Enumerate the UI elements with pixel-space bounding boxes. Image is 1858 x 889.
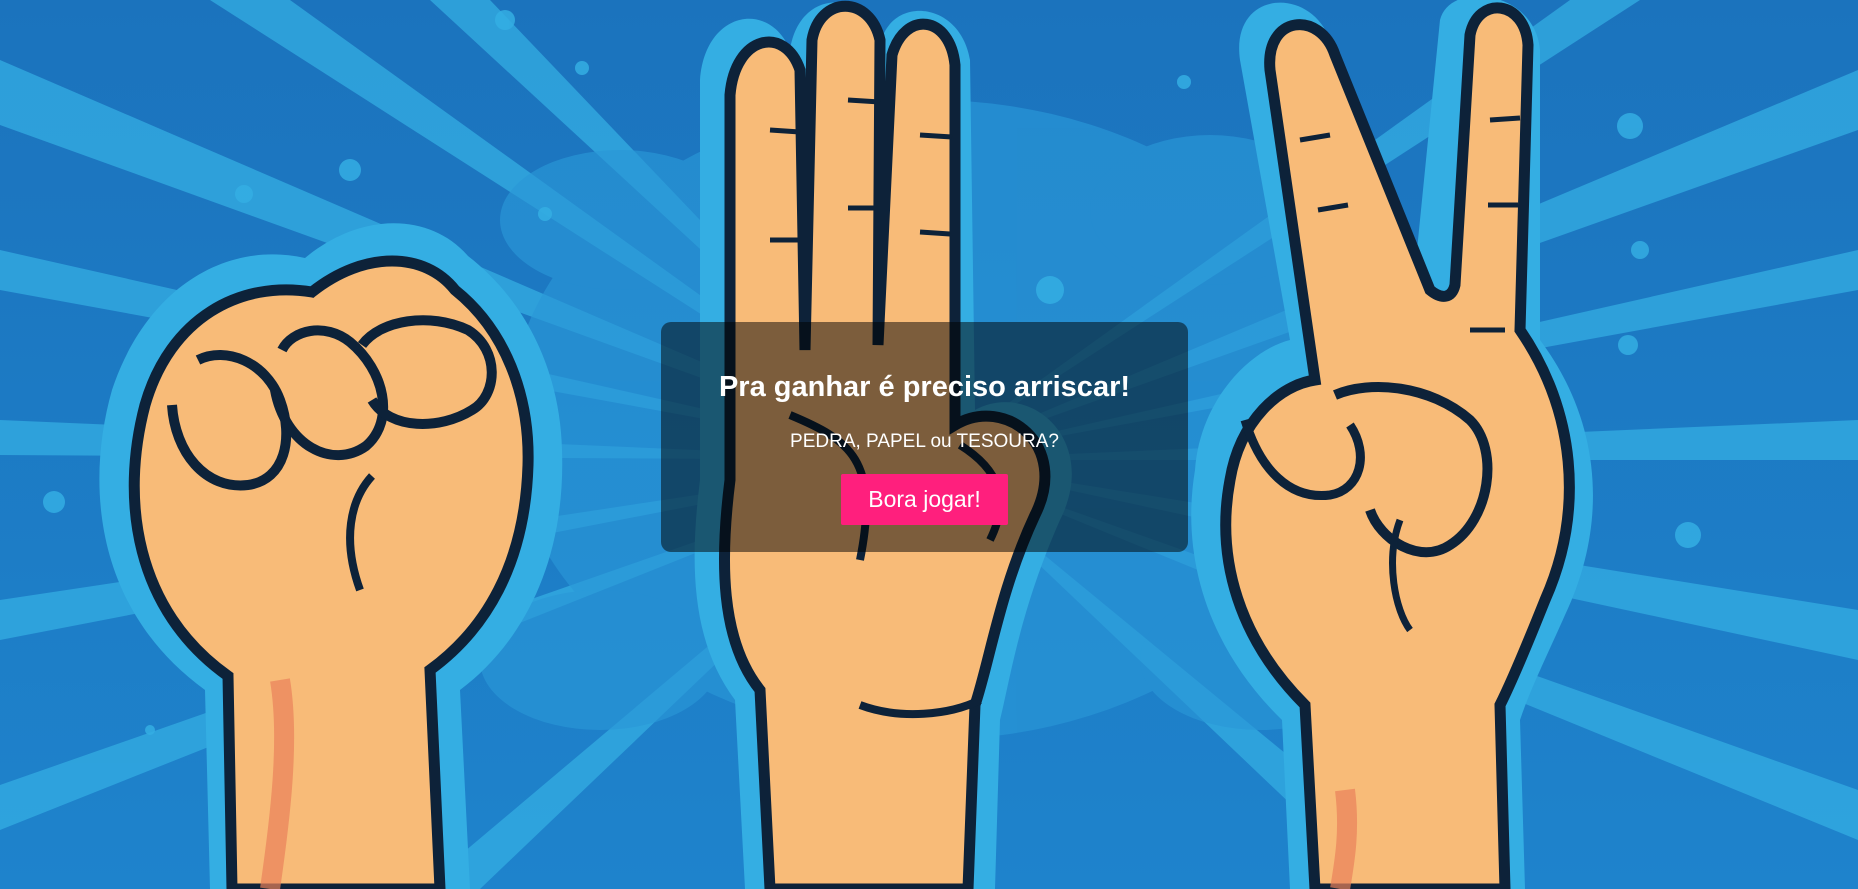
game-question: PEDRA, PAPEL ou TESOURA? (790, 431, 1059, 452)
welcome-card: Pra ganhar é preciso arriscar! PEDRA, PA… (661, 322, 1188, 552)
play-button[interactable]: Bora jogar! (841, 474, 1008, 525)
landing-page: Pra ganhar é preciso arriscar! PEDRA, PA… (0, 0, 1858, 889)
page-title: Pra ganhar é preciso arriscar! (718, 371, 1131, 403)
